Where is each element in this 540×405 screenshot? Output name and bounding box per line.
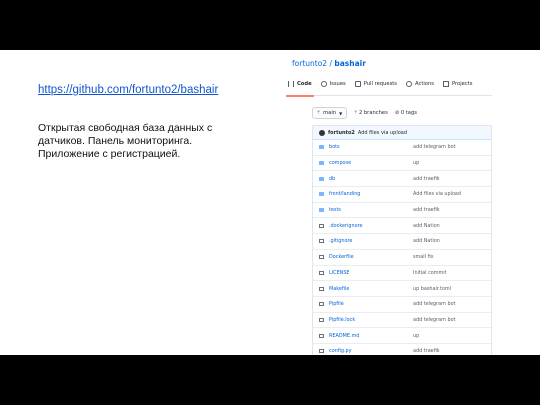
issue-icon <box>320 80 327 87</box>
branches-link[interactable]: ᛘ 2 branches <box>354 110 388 116</box>
file-icon <box>319 270 324 275</box>
commit-message[interactable]: up bashair.toml <box>413 286 451 292</box>
file-name[interactable]: .dockerignore <box>329 223 413 229</box>
file-icon <box>319 239 324 244</box>
file-icon <box>319 223 324 228</box>
latest-commit: fortunto2 Add files via upload <box>313 126 491 140</box>
code-icon <box>288 80 294 87</box>
commit-message[interactable]: add traefik <box>413 348 440 354</box>
commit-message[interactable]: up <box>413 333 419 339</box>
file-name[interactable]: Dockerfile <box>329 254 413 260</box>
repo-tabs: Code Issues Pull requests Actions Projec… <box>286 72 492 97</box>
file-row[interactable]: compose up <box>313 156 491 172</box>
project-icon <box>442 80 449 87</box>
file-icon <box>319 286 324 291</box>
file-icon <box>319 317 324 322</box>
file-name[interactable]: Pipfile.lock <box>329 317 413 323</box>
file-name[interactable]: Pipfile <box>329 301 413 307</box>
file-icon <box>319 255 324 260</box>
tab-label: Actions <box>415 80 434 87</box>
tab-pull-requests[interactable]: Pull requests <box>354 72 398 96</box>
tab-label: Issues <box>329 80 346 87</box>
file-name[interactable]: tests <box>329 207 413 213</box>
commit-message[interactable]: add telegram bot <box>413 317 456 323</box>
tags-link[interactable]: ⊘ 0 tags <box>395 110 417 116</box>
slide: https://github.com/fortunto2/bashair Отк… <box>0 50 540 355</box>
file-list: fortunto2 Add files via upload bots add t… <box>312 125 492 355</box>
file-name[interactable]: README.md <box>329 333 413 339</box>
file-row[interactable]: db add traefik <box>313 171 491 188</box>
file-row[interactable]: Pipfile add telegram bot <box>313 297 491 313</box>
file-row[interactable]: config.py add traefik <box>313 344 491 355</box>
file-name[interactable]: .gitignore <box>329 238 413 244</box>
tab-code[interactable]: Code <box>286 72 314 97</box>
commit-message[interactable]: add Nation <box>413 238 440 244</box>
commit-message[interactable]: add Nation <box>413 223 440 229</box>
folder-icon <box>319 161 324 166</box>
file-row[interactable]: .dockerignore add Nation <box>313 218 491 235</box>
file-name[interactable]: bots <box>329 144 413 150</box>
commit-message[interactable]: Initial commit <box>413 270 447 276</box>
commit-message[interactable]: add traefik <box>413 176 440 182</box>
file-row[interactable]: Makefile up bashair.toml <box>313 281 491 297</box>
commit-author[interactable]: fortunto2 <box>328 130 355 136</box>
branch-name: main <box>323 110 337 116</box>
pull-request-icon <box>354 80 361 87</box>
commit-message[interactable]: add telegram bot <box>413 301 456 307</box>
description-text: Открытая свободная база данных с датчико… <box>38 122 213 160</box>
chevron-down-icon: ▼ <box>339 110 343 116</box>
github-screenshot: fortunto2 / bashair Code Issues Pull req… <box>286 55 492 355</box>
folder-icon <box>319 145 324 150</box>
file-name[interactable]: config.py <box>329 348 413 354</box>
file-row[interactable]: tests add traefik <box>313 203 491 219</box>
file-row[interactable]: bots add telegram bot <box>313 140 491 156</box>
tab-projects[interactable]: Projects <box>442 72 473 96</box>
file-icon <box>319 349 324 354</box>
avatar <box>319 129 325 136</box>
tab-issues[interactable]: Issues <box>320 72 346 96</box>
commit-message[interactable]: Add files via upload <box>358 130 407 136</box>
file-name[interactable]: Makefile <box>329 286 413 292</box>
repo-owner[interactable]: fortunto2 <box>292 59 327 68</box>
file-name[interactable]: compose <box>329 160 413 166</box>
repo-link[interactable]: https://github.com/fortunto2/bashair <box>38 84 218 96</box>
file-row[interactable]: Dockerfile small fix <box>313 250 491 266</box>
tab-label: Projects <box>451 80 473 87</box>
file-row[interactable]: front/landing Add files via upload <box>313 187 491 203</box>
commit-message[interactable]: add traefik <box>413 207 440 213</box>
commit-message[interactable]: up <box>413 160 419 166</box>
play-icon <box>406 80 413 87</box>
folder-icon <box>319 176 324 181</box>
tags-count: 0 tags <box>400 110 417 116</box>
file-name[interactable]: front/landing <box>329 191 413 197</box>
file-row[interactable]: LICENSE Initial commit <box>313 266 491 282</box>
commit-message[interactable]: add telegram bot <box>413 144 456 150</box>
tab-actions[interactable]: Actions <box>406 72 434 96</box>
branch-select[interactable]: ᛘ main ▼ <box>312 107 348 119</box>
file-row[interactable]: README.md up <box>313 328 491 344</box>
branch-bar: ᛘ main ▼ ᛘ 2 branches ⊘ 0 tags <box>312 107 417 119</box>
file-row[interactable]: .gitignore add Nation <box>313 234 491 250</box>
folder-icon <box>319 192 324 197</box>
folder-icon <box>319 208 324 213</box>
file-icon <box>319 302 324 307</box>
tab-label: Pull requests <box>363 80 398 87</box>
tab-label: Code <box>297 80 312 87</box>
file-name[interactable]: LICENSE <box>329 270 413 276</box>
commit-message[interactable]: Add files via upload <box>413 191 461 197</box>
file-row[interactable]: Pipfile.lock add telegram bot <box>313 313 491 329</box>
repo-title: fortunto2 / bashair <box>292 59 366 68</box>
branches-count: 2 branches <box>358 110 388 116</box>
file-icon <box>319 333 324 338</box>
repo-name[interactable]: bashair <box>334 59 366 68</box>
file-name[interactable]: db <box>329 176 413 182</box>
commit-message[interactable]: small fix <box>413 254 434 260</box>
branch-icon: ᛘ <box>317 110 321 116</box>
